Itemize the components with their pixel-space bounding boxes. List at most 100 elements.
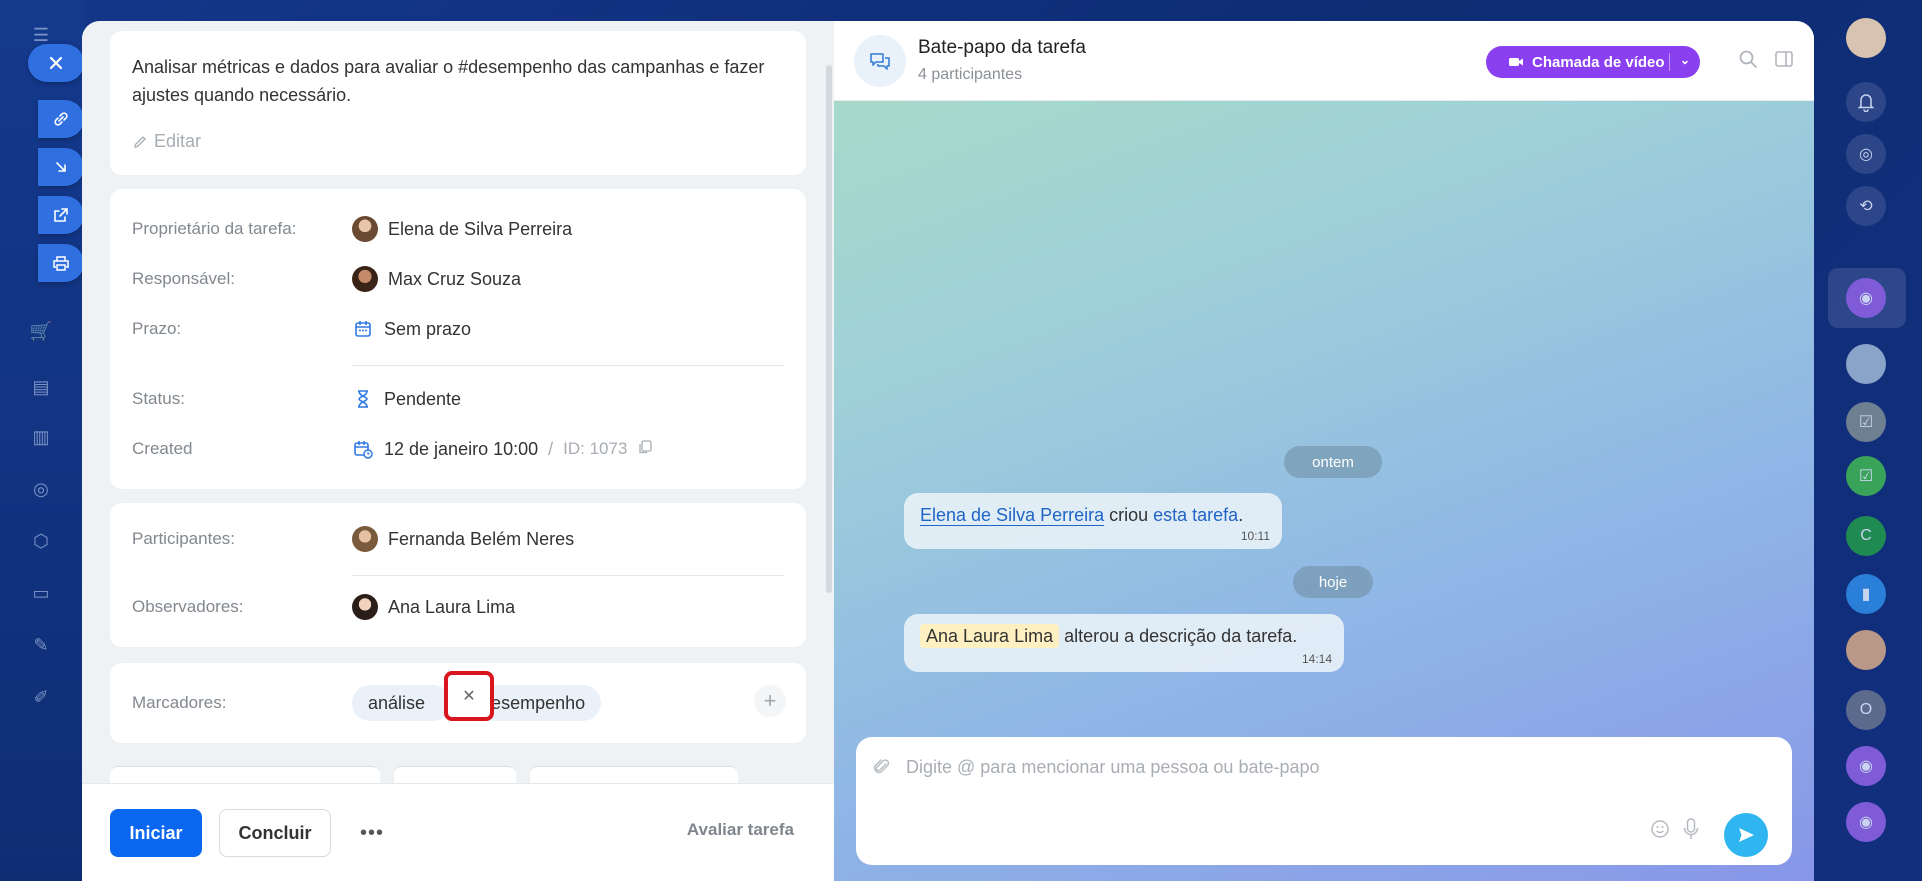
copy-icon[interactable] <box>637 439 653 460</box>
doc-edit-icon[interactable]: ✐ <box>28 684 54 710</box>
message-tail: . <box>1238 505 1244 525</box>
copy-link-button[interactable] <box>38 100 84 138</box>
participants-value[interactable]: Fernanda Belém Neres <box>352 526 574 552</box>
status-value: Pendente <box>352 388 461 410</box>
deadline-label: Prazo: <box>132 319 182 338</box>
search-icon[interactable] <box>1738 49 1760 71</box>
microphone-icon[interactable] <box>1682 817 1700 846</box>
participants-card: Participantes: Fernanda Belém Neres Obse… <box>110 503 806 647</box>
sidebar-toggle-icon[interactable] <box>1774 49 1796 71</box>
description-card: Analisar métricas e dados para avaliar o… <box>110 31 806 175</box>
responsible-name[interactable]: Max Cruz Souza <box>388 269 521 290</box>
bell-icon[interactable] <box>1846 82 1886 122</box>
status-text: Pendente <box>384 388 462 409</box>
owner-row: Proprietário da tarefa: Elena de Silva P… <box>132 209 784 249</box>
avatar <box>352 526 378 552</box>
pencil-icon <box>134 135 146 148</box>
responsible-value[interactable]: Max Cruz Souza <box>352 266 521 292</box>
card-icon[interactable]: ▤ <box>28 374 54 400</box>
chat-bubbles-icon <box>870 53 890 70</box>
arrow-down-right-icon <box>56 162 66 172</box>
chat-letter-icon[interactable]: O <box>1846 690 1886 730</box>
system-message: Elena de Silva Perreira criou esta taref… <box>904 493 1282 549</box>
created-row: Created 12 de janeiro 10:00 / ID: 1073 <box>132 429 784 469</box>
chat-avatar[interactable] <box>1846 344 1886 384</box>
pen-icon[interactable]: ✎ <box>28 632 54 658</box>
emoji-icon[interactable] <box>1650 819 1670 844</box>
camera-icon <box>1509 58 1523 66</box>
observers-value[interactable]: Ana Laura Lima <box>352 594 515 620</box>
right-messenger-rail: ◎ ⟲ ◉ ☑ ☑ C ▮ O ◉ ◉ <box>1814 0 1922 881</box>
observers-row: Observadores: Ana Laura Lima <box>132 587 784 627</box>
created-value: 12 de janeiro 10:00 / ID: 1073 <box>352 438 653 460</box>
author-link[interactable]: Elena de Silva Perreira <box>920 505 1105 526</box>
id-separator: / <box>548 438 554 459</box>
video-call-label: Chamada de vídeo <box>1532 53 1665 71</box>
paperclip-icon[interactable] <box>872 757 892 782</box>
message-text: alterou a descrição da tarefa. <box>1059 626 1298 646</box>
participant-name[interactable]: Fernanda Belém Neres <box>388 529 574 550</box>
owner-value[interactable]: Elena de Silva Perreira <box>352 216 572 242</box>
created-label: Created <box>132 439 193 458</box>
chevron-down-icon[interactable]: ⌄ <box>1680 53 1690 67</box>
message-time: 14:14 <box>1301 652 1332 666</box>
close-slider-button[interactable] <box>28 44 84 82</box>
divider <box>1669 53 1670 71</box>
task-slider: Analisar métricas e dados para avaliar o… <box>82 21 1814 881</box>
chat-search-icon[interactable]: ⟲ <box>1846 186 1886 226</box>
more-options-button[interactable]: ••• <box>354 819 390 847</box>
send-button[interactable] <box>1724 813 1768 857</box>
divider <box>352 575 784 576</box>
chat-icon[interactable]: ◉ <box>1846 278 1886 318</box>
chat-title: Bate-papo da tarefa <box>918 37 1086 58</box>
message-time: 10:11 <box>1240 529 1270 543</box>
chat-avatar[interactable] <box>1846 630 1886 670</box>
participants-row: Participantes: Fernanda Belém Neres <box>132 519 784 559</box>
chat-icon[interactable]: ◉ <box>1846 746 1886 786</box>
bookmark-icon[interactable]: ▮ <box>1846 574 1886 614</box>
rate-task-button[interactable]: Avaliar tarefa <box>687 820 794 840</box>
owner-label: Proprietário da tarefa: <box>132 219 297 238</box>
link-icon <box>54 112 68 126</box>
add-tag-button[interactable]: + <box>754 685 786 717</box>
task-link[interactable]: esta tarefa <box>1153 505 1238 525</box>
avatar <box>352 266 378 292</box>
complete-button[interactable]: Concluir <box>219 809 331 857</box>
message-composer[interactable]: Digite @ para mencionar uma pessoa ou ba… <box>856 737 1792 865</box>
start-button[interactable]: Iniciar <box>110 809 202 857</box>
open-new-window-button[interactable] <box>38 196 84 234</box>
chat-letter-icon[interactable]: C <box>1846 516 1886 556</box>
send-icon <box>1739 828 1754 842</box>
deadline-text[interactable]: Sem prazo <box>384 319 471 340</box>
task-chat-icon[interactable]: ☑ <box>1846 402 1886 442</box>
print-button[interactable] <box>38 244 84 282</box>
author-mention[interactable]: Ana Laura Lima <box>920 624 1060 648</box>
robot-icon[interactable]: ◎ <box>28 476 54 502</box>
target-icon[interactable]: ◎ <box>1846 134 1886 174</box>
owner-name[interactable]: Elena de Silva Perreira <box>388 219 572 240</box>
remove-tag-button[interactable]: ✕ <box>444 671 494 721</box>
edit-description-link[interactable]: Editar <box>132 131 784 152</box>
observer-name[interactable]: Ana Laura Lima <box>388 597 515 618</box>
task-chat-icon[interactable]: ☑ <box>1846 456 1886 496</box>
chat-avatar <box>854 35 906 87</box>
task-scrollbar[interactable] <box>826 65 832 593</box>
video-call-button[interactable]: Chamada de vídeo ⌄ <box>1486 46 1700 78</box>
date-divider: ontem <box>1284 446 1382 478</box>
observers-label: Observadores: <box>132 597 244 616</box>
chat-letter: O <box>1859 701 1873 718</box>
chat-icon[interactable]: ◉ <box>1846 802 1886 842</box>
minimize-button[interactable] <box>38 148 84 186</box>
close-icon <box>49 56 63 70</box>
cart-icon[interactable]: 🛒 <box>28 318 54 344</box>
tag-chip[interactable]: análise <box>352 685 452 721</box>
chat-participants-count[interactable]: 4 participantes <box>918 66 1022 84</box>
store-icon[interactable]: ▭ <box>28 580 54 606</box>
chat-letter: C <box>1860 527 1872 544</box>
user-avatar[interactable] <box>1846 18 1886 58</box>
box-icon[interactable]: ⬡ <box>28 528 54 554</box>
chart-icon[interactable]: ▥ <box>28 424 54 450</box>
status-row: Status: Pendente <box>132 379 784 419</box>
composer-input[interactable]: Digite @ para mencionar uma pessoa ou ba… <box>906 757 1320 778</box>
deadline-value[interactable]: Sem prazo <box>352 318 471 340</box>
